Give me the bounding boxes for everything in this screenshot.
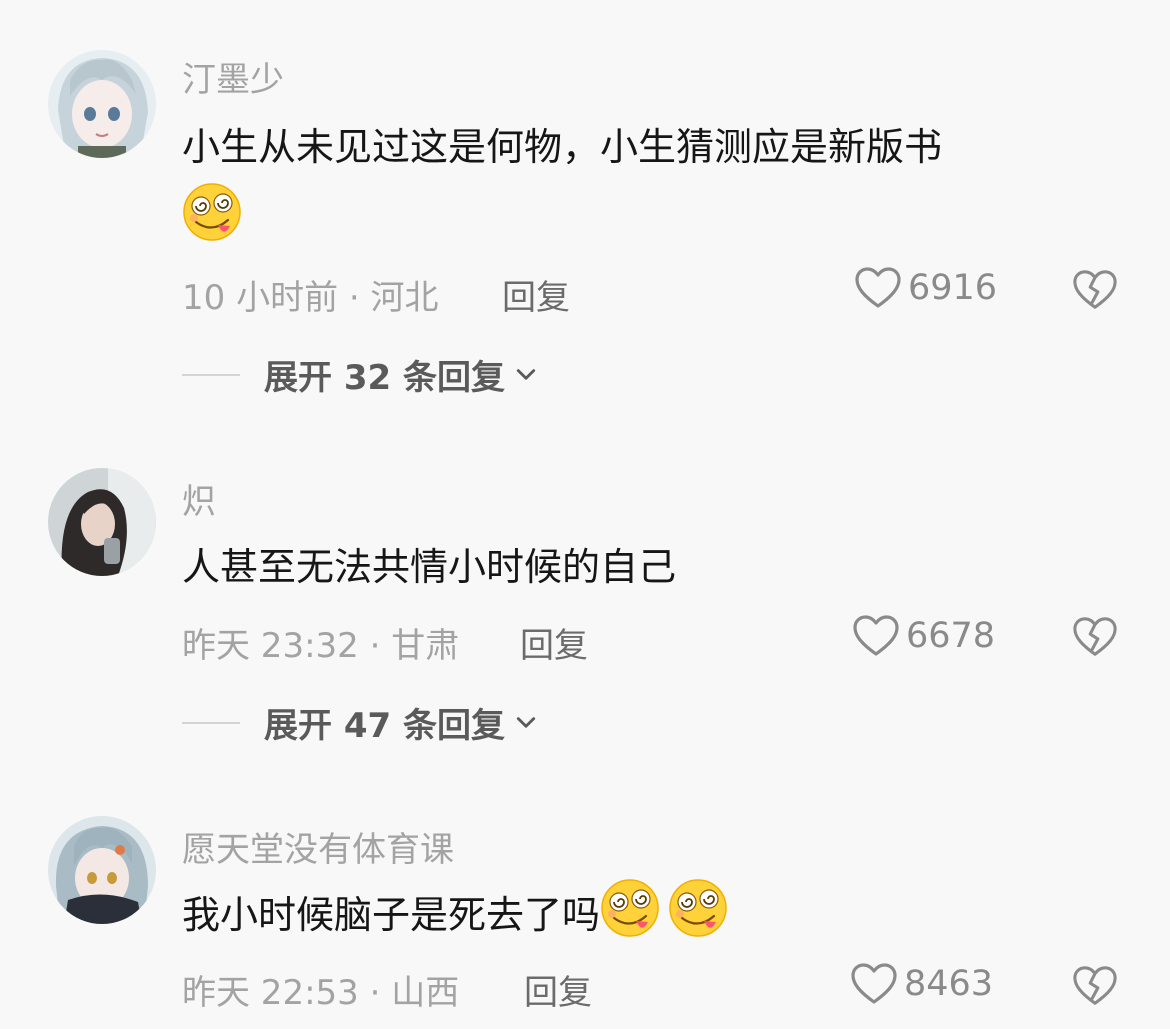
comment-text-body: 我小时候脑子是死去了吗 (182, 893, 601, 937)
dizzy-tongue-emoji (668, 878, 728, 938)
reply-button[interactable]: 回复 (502, 270, 570, 319)
expand-replies-label: 展开 32 条回复 (264, 358, 505, 398)
avatar[interactable] (48, 50, 156, 158)
heart-outline-icon (850, 962, 898, 1006)
dizzy-tongue-emoji (182, 182, 242, 242)
broken-heart-icon[interactable] (1072, 964, 1118, 1008)
chevron-down-icon (515, 367, 537, 383)
broken-heart-icon[interactable] (1072, 268, 1118, 312)
reply-button[interactable]: 回复 (524, 965, 592, 1014)
broken-heart-icon[interactable] (1072, 615, 1118, 659)
avatar[interactable] (48, 816, 156, 924)
time-location: 昨天 22:53 · 山西 (182, 973, 460, 1013)
expand-replies-button[interactable]: 展开 47 条回复 (182, 698, 537, 747)
like-count: 6916 (908, 268, 998, 308)
comment-text: 我小时候脑子是死去了吗 (182, 878, 1082, 950)
dizzy-tongue-emoji (600, 878, 660, 938)
expand-replies-button[interactable]: 展开 32 条回复 (182, 350, 537, 399)
time-location: 10 小时前 · 河北 (182, 278, 439, 318)
comment-text-body: 小生从未见过这是何物，小生猜测应是新版书 (182, 125, 943, 169)
username[interactable]: 愿天堂没有体育课 (182, 822, 454, 871)
heart-outline-icon (852, 614, 900, 658)
comment-text: 小生从未见过这是何物，小生猜测应是新版书 (182, 112, 1082, 254)
like-button[interactable]: 6678 (852, 614, 995, 658)
avatar[interactable] (48, 468, 156, 576)
username[interactable]: 汀墨少 (182, 52, 284, 101)
comment-text-body: 人甚至无法共情小时候的自己 (182, 545, 677, 589)
expand-replies-label: 展开 47 条回复 (264, 706, 505, 746)
chevron-down-icon (515, 715, 537, 731)
username[interactable]: 炽 (182, 474, 216, 523)
divider-line (182, 721, 240, 724)
time-location: 昨天 23:32 · 甘肃 (182, 626, 460, 666)
divider-line (182, 373, 240, 376)
heart-outline-icon (854, 266, 902, 310)
like-button[interactable]: 8463 (850, 962, 993, 1006)
comment-text: 人甚至无法共情小时候的自己 (182, 532, 1082, 602)
reply-button[interactable]: 回复 (520, 618, 588, 667)
like-button[interactable]: 6916 (854, 266, 997, 310)
like-count: 6678 (906, 616, 996, 656)
like-count: 8463 (904, 964, 994, 1004)
